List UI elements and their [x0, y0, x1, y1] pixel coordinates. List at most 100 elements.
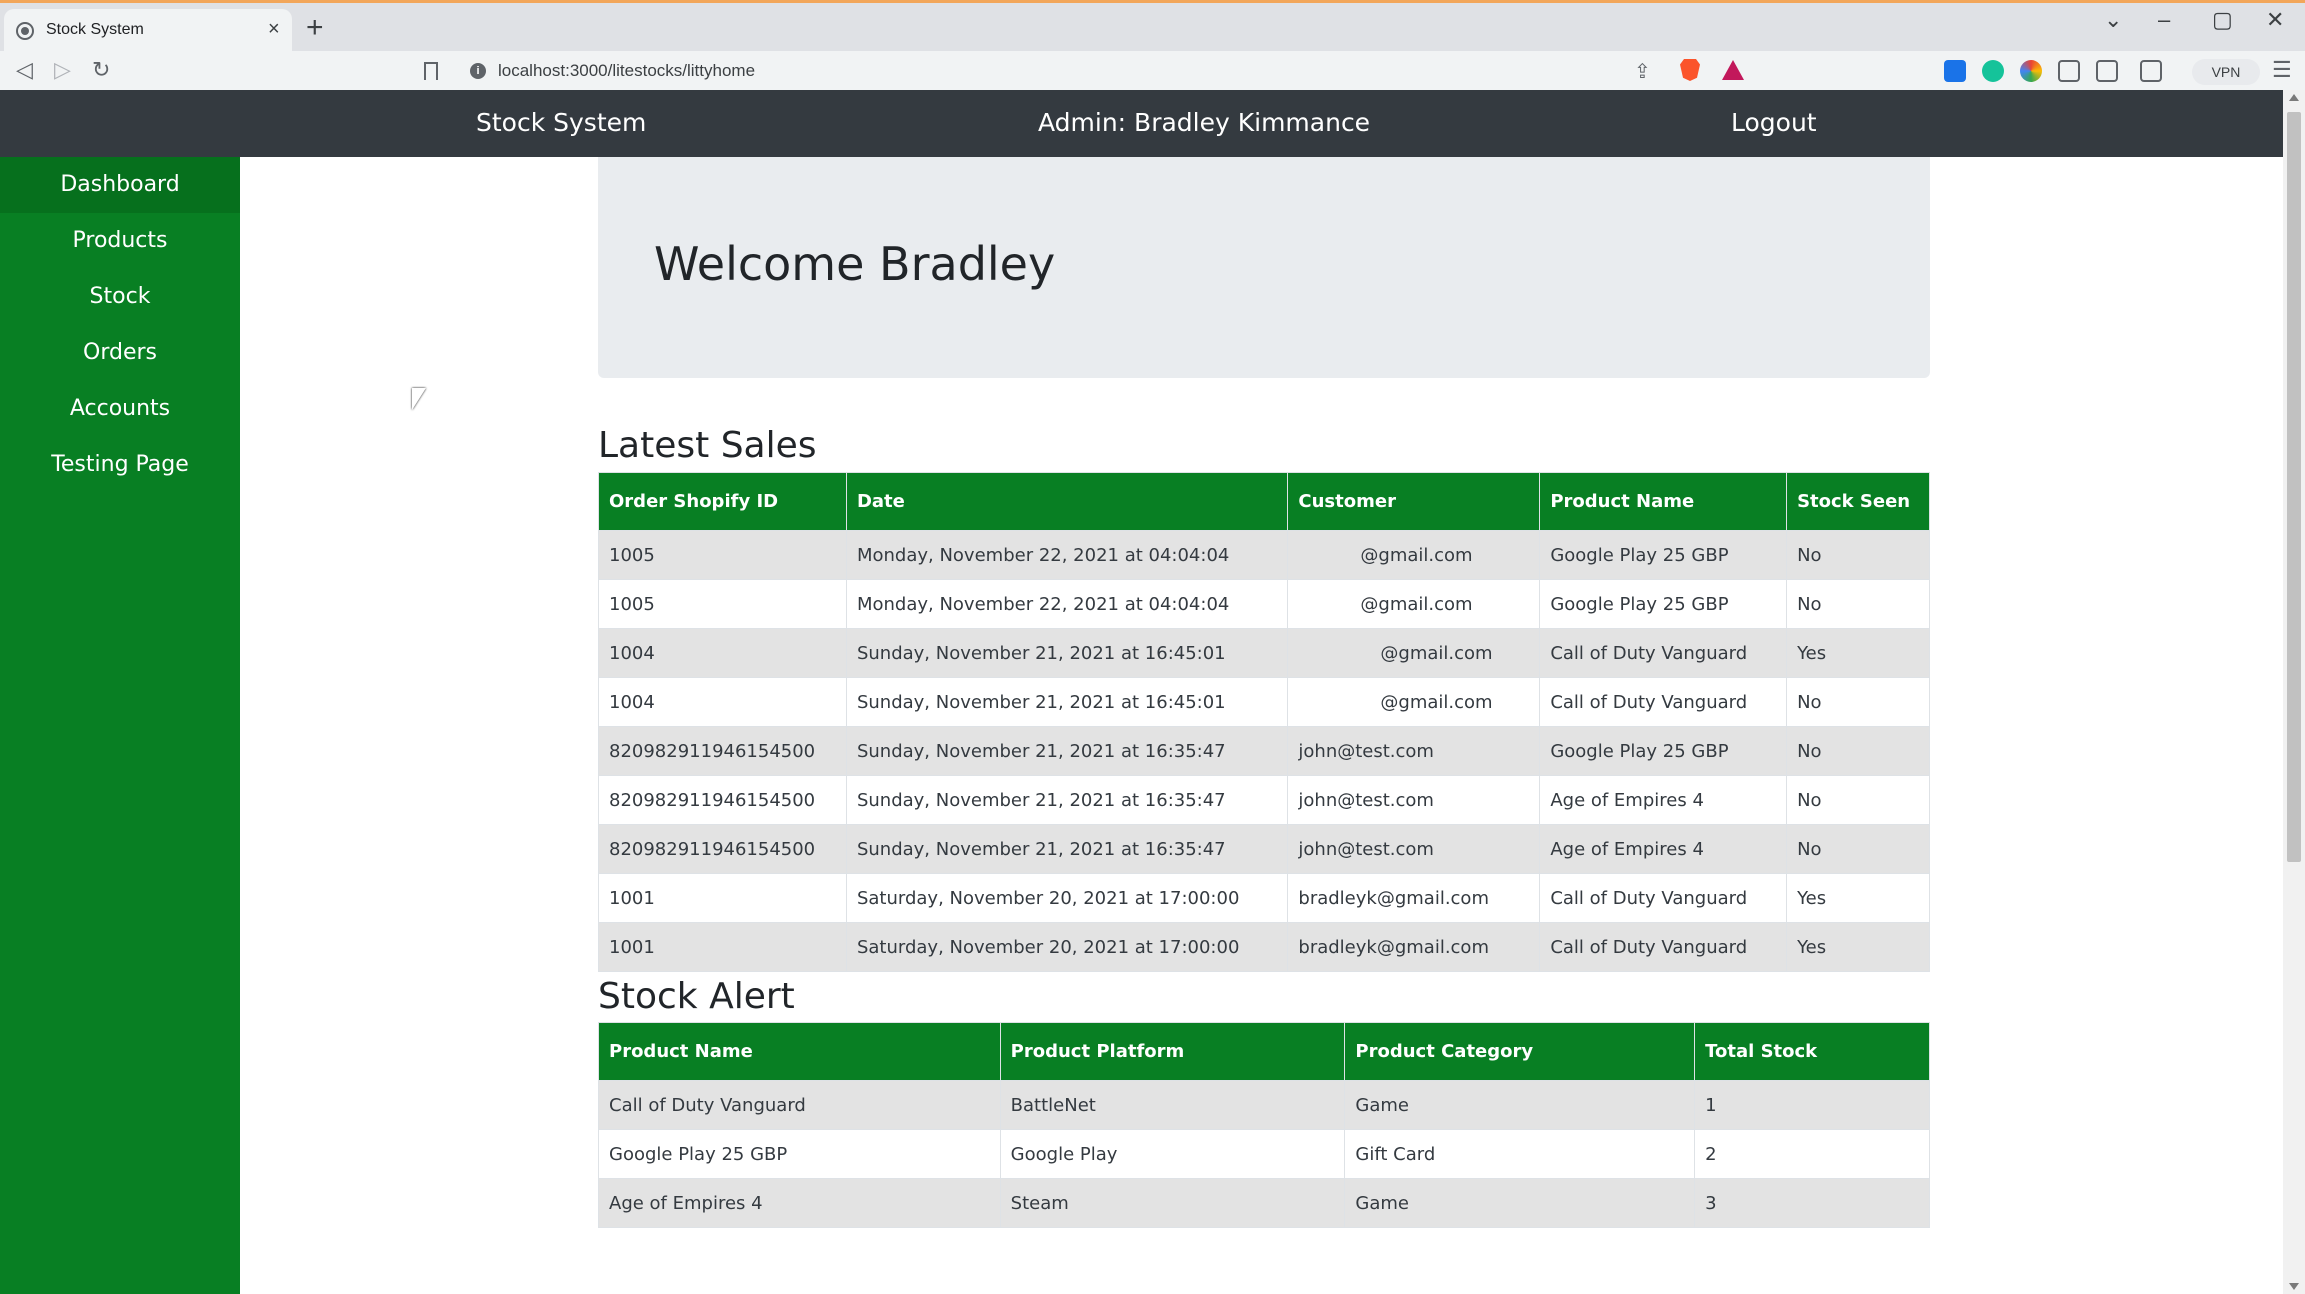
new-tab-icon[interactable]: +	[306, 11, 324, 45]
cell: Age of Empires 4	[1539, 775, 1788, 825]
cell: 1001	[598, 873, 847, 923]
cell: Monday, November 22, 2021 at 04:04:04	[845, 579, 1289, 629]
vpn-button[interactable]: VPN	[2192, 59, 2260, 85]
column-header: Customer	[1287, 472, 1541, 531]
cell: 1005	[598, 579, 847, 629]
cell: Saturday, November 20, 2021 at 17:00:00	[845, 873, 1289, 923]
bookmark-icon[interactable]	[424, 62, 438, 80]
cell: Call of Duty Vanguard	[1539, 628, 1788, 678]
main-content: Welcome Bradley Latest Sales Order Shopi…	[598, 157, 1930, 1228]
hamburger-menu-icon[interactable]: ☰	[2272, 57, 2292, 83]
globe-icon	[16, 22, 34, 40]
browser-tab[interactable]: Stock System ×	[4, 9, 292, 51]
sidebar-item-stock[interactable]: Stock	[0, 269, 240, 325]
forward-icon[interactable]: ▷	[54, 57, 71, 83]
cell: Call of Duty Vanguard	[1539, 922, 1788, 972]
scrollbar-thumb[interactable]	[2287, 112, 2301, 862]
cell: No	[1786, 677, 1930, 727]
cell: Sunday, November 21, 2021 at 16:45:01	[845, 628, 1289, 678]
page-scrollbar[interactable]	[2283, 90, 2305, 1294]
cell: Yes	[1786, 628, 1930, 678]
scroll-up-arrow-icon[interactable]	[2289, 94, 2299, 101]
sidebar-item-accounts[interactable]: Accounts	[0, 381, 240, 437]
mouse-cursor-icon	[412, 388, 426, 410]
table-row: Google Play 25 GBP Google Play Gift Card…	[598, 1129, 1930, 1179]
cell: Google Play 25 GBP	[1539, 726, 1788, 776]
puzzle-icon[interactable]	[2058, 60, 2080, 82]
cell: 1001	[598, 922, 847, 972]
table-row: 1004 Sunday, November 21, 2021 at 16:45:…	[598, 677, 1930, 727]
table-header-row: Product Name Product Platform Product Ca…	[598, 1022, 1930, 1081]
cell: bradleyk@gmail.com	[1287, 922, 1541, 972]
column-header: Total Stock	[1694, 1022, 1930, 1081]
cell: 820982911946154500	[598, 824, 847, 874]
column-header: Product Category	[1344, 1022, 1696, 1081]
sidebar-toggle-icon[interactable]	[2096, 60, 2118, 82]
cell: 1005	[598, 530, 847, 580]
cell: Call of Duty Vanguard	[598, 1080, 1001, 1130]
back-icon[interactable]: ◁	[16, 57, 33, 83]
cell: BattleNet	[999, 1080, 1346, 1130]
cell: 2	[1694, 1129, 1930, 1179]
cell: john@test.com	[1287, 775, 1541, 825]
close-tab-icon[interactable]: ×	[268, 18, 280, 41]
close-window-icon[interactable]: ✕	[2266, 7, 2284, 33]
cell: Yes	[1786, 922, 1930, 972]
column-header: Stock Seen	[1786, 472, 1930, 531]
table-row: 820982911946154500 Sunday, November 21, …	[598, 775, 1930, 825]
table-row: 1001 Saturday, November 20, 2021 at 17:0…	[598, 922, 1930, 972]
sidebar-item-testing-page[interactable]: Testing Page	[0, 437, 240, 493]
app-header: Stock System Admin: Bradley Kimmance Log…	[0, 90, 2283, 157]
cell: Steam	[999, 1178, 1346, 1228]
share-icon[interactable]: ⇪	[1634, 59, 1651, 84]
cell: Gift Card	[1344, 1129, 1696, 1179]
extension-icon[interactable]	[1944, 60, 1966, 82]
cell: @gmail.com	[1287, 579, 1541, 629]
cell: @gmail.com	[1287, 530, 1541, 580]
cell: 3	[1694, 1178, 1930, 1228]
cell: No	[1786, 530, 1930, 580]
sidebar-item-dashboard[interactable]: Dashboard	[0, 157, 240, 213]
logout-link[interactable]: Logout	[1731, 108, 1817, 137]
stock-alert-title: Stock Alert	[598, 976, 795, 1017]
scroll-down-arrow-icon[interactable]	[2289, 1283, 2299, 1290]
cell: Game	[1344, 1080, 1696, 1130]
cell: Sunday, November 21, 2021 at 16:35:47	[845, 775, 1289, 825]
tab-strip: Stock System × + ⌄ – ▢ ✕	[0, 3, 2305, 51]
welcome-heading: Welcome Bradley	[654, 237, 1056, 291]
table-row: 1005 Monday, November 22, 2021 at 04:04:…	[598, 579, 1930, 629]
site-info-icon[interactable]: i	[470, 63, 486, 79]
sidebar-item-products[interactable]: Products	[0, 213, 240, 269]
cell: john@test.com	[1287, 726, 1541, 776]
cell: Google Play	[999, 1129, 1346, 1179]
table-row: 1001 Saturday, November 20, 2021 at 17:0…	[598, 873, 1930, 923]
cell: @gmail.com	[1287, 628, 1541, 678]
column-header: Product Name	[1539, 472, 1788, 531]
admin-name: Admin: Bradley Kimmance	[1038, 108, 1371, 137]
sidebar-item-orders[interactable]: Orders	[0, 325, 240, 381]
brave-shields-icon[interactable]	[1680, 59, 1700, 81]
cell: Google Play 25 GBP	[1539, 579, 1788, 629]
brave-rewards-icon[interactable]	[1722, 60, 1744, 80]
table-header-row: Order Shopify ID Date Customer Product N…	[598, 472, 1930, 531]
tab-title: Stock System	[46, 21, 144, 38]
chevron-down-icon[interactable]: ⌄	[2104, 7, 2122, 33]
maximize-icon[interactable]: ▢	[2212, 7, 2233, 33]
address-bar[interactable]: localhost:3000/litestocks/littyhome	[498, 61, 755, 81]
cell: Age of Empires 4	[598, 1178, 1001, 1228]
brand-title[interactable]: Stock System	[476, 108, 646, 137]
wallet-icon[interactable]	[2140, 60, 2162, 82]
grammarly-icon[interactable]	[1982, 60, 2004, 82]
reload-icon[interactable]: ↻	[92, 57, 110, 83]
browser-toolbar: ◁ ▷ ↻ i localhost:3000/litestocks/littyh…	[0, 51, 2305, 93]
column-header: Date	[845, 472, 1289, 531]
color-extension-icon[interactable]	[2020, 60, 2042, 82]
sidebar: Dashboard Products Stock Orders Accounts…	[0, 157, 240, 1294]
cell: No	[1786, 726, 1930, 776]
cell: No	[1786, 579, 1930, 629]
stock-alert-table: Product Name Product Platform Product Ca…	[598, 1022, 1930, 1228]
table-row: 820982911946154500 Sunday, November 21, …	[598, 726, 1930, 776]
minimize-icon[interactable]: –	[2158, 7, 2170, 33]
column-header: Product Platform	[999, 1022, 1346, 1081]
cell: Age of Empires 4	[1539, 824, 1788, 874]
